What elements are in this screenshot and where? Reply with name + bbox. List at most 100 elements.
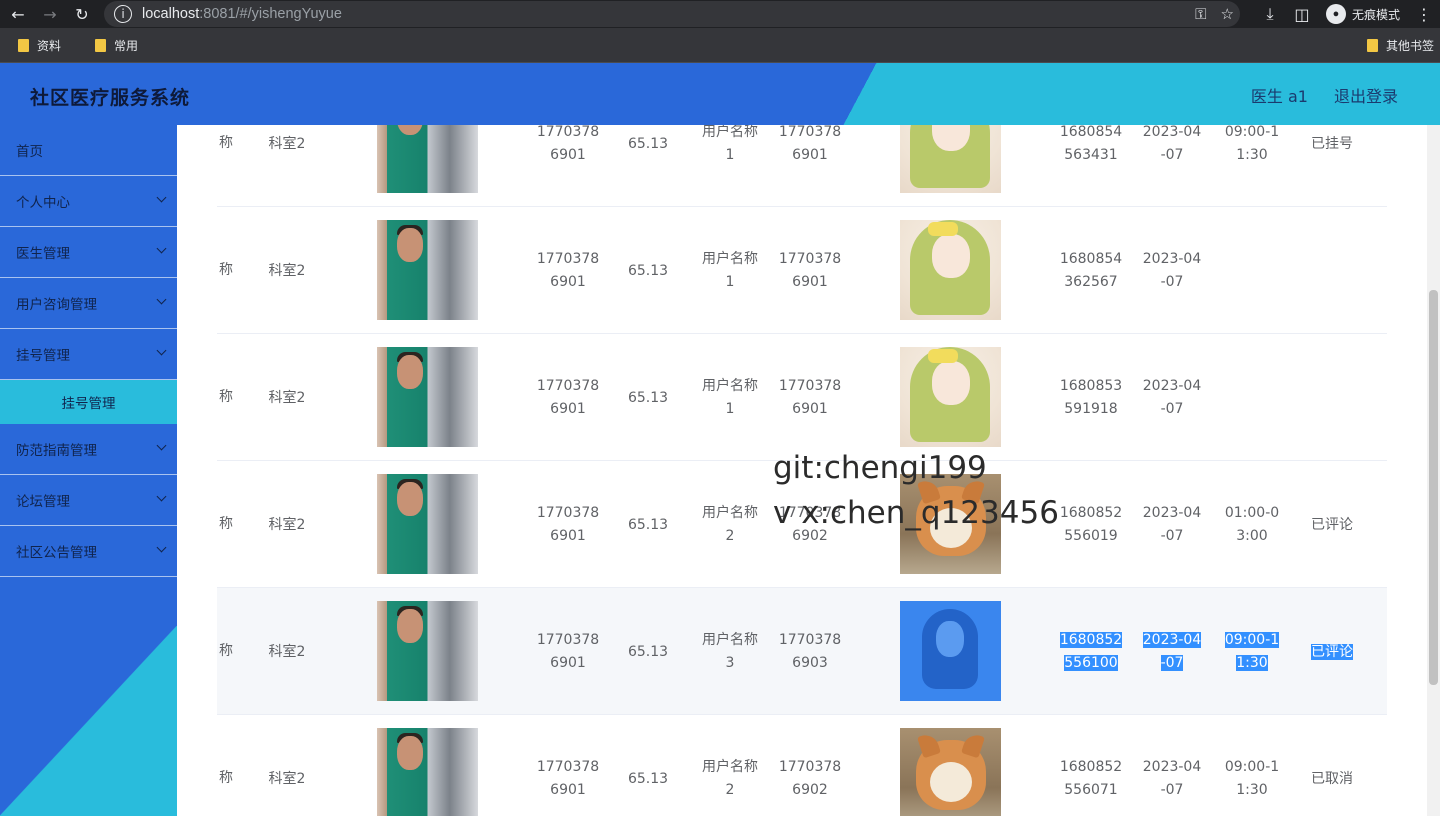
table-cell: 1770378 <box>778 759 842 775</box>
scrollbar[interactable] <box>1427 125 1440 816</box>
table-cell: 1:30 <box>1236 147 1268 163</box>
reload-icon[interactable]: ↻ <box>66 0 98 28</box>
table-row[interactable]: 称 科室2 1770378 6901 65.13 用户名称 3 1770378 6903 1680… <box>217 588 1387 715</box>
anime-icon <box>900 220 1001 320</box>
table-cell: 1770378 <box>536 505 600 521</box>
url-text[interactable]: localhost:8081/#/yishengYuyue <box>142 6 342 22</box>
table-cell: 2023-04 <box>1142 505 1202 521</box>
table-cell: 65.13 <box>627 263 669 279</box>
sidebar-item-doctors[interactable]: 医生管理 <box>0 227 177 278</box>
bookmark-folder-ziliao[interactable]: 资料 <box>12 37 67 54</box>
table-cell: 1680852 <box>1059 632 1123 648</box>
incognito-label: 无痕模式 <box>1351 7 1400 22</box>
sidebar-item-profile[interactable]: 个人中心 <box>0 176 177 227</box>
forward-icon[interactable]: → <box>34 0 66 28</box>
table-cell: 2023-04 <box>1142 378 1202 394</box>
table-row[interactable]: 称 科室2 1770378 6901 65.13 用户名称 2 1770378 6902 1680… <box>217 715 1387 816</box>
doctor-photo <box>377 728 478 816</box>
scrollbar-thumb[interactable] <box>1429 290 1438 685</box>
bookmark-label: 资料 <box>37 38 62 53</box>
table-cell: 6901 <box>792 274 828 290</box>
anime-shape <box>928 349 958 363</box>
table-cell: 1770378 <box>536 251 600 267</box>
table-cell: 6901 <box>550 782 586 798</box>
star-icon[interactable]: ☆ <box>1221 5 1234 23</box>
incognito-badge[interactable]: ● 无痕模式 <box>1318 4 1408 24</box>
table-cell: 1770378 <box>536 632 600 648</box>
download-icon[interactable]: ⤓ <box>1254 0 1286 28</box>
bookmark-folder-changyong[interactable]: 常用 <box>89 37 144 54</box>
table-cell: -07 <box>1160 528 1184 544</box>
sidebar-item-registration[interactable]: 挂号管理 <box>0 329 177 380</box>
face-shape <box>397 736 423 770</box>
table-cell: 称 <box>219 389 233 405</box>
chevron-down-icon <box>156 542 167 553</box>
key-icon[interactable]: ⚿ <box>1195 5 1206 23</box>
table-cell: 2023-04 <box>1142 632 1202 648</box>
other-bookmarks[interactable]: 其他书签 <box>1366 28 1434 63</box>
table-cell: 6901 <box>792 147 828 163</box>
menu-icon[interactable]: ⋮ <box>1408 0 1440 28</box>
table-cell: 已评论 <box>1311 644 1353 660</box>
folder-icon <box>18 38 29 52</box>
table-row[interactable]: 称 科室2 1770378 6901 65.13 用户名称 1 1770378 6901 1680… <box>217 334 1387 461</box>
table-cell: 称 <box>219 770 233 786</box>
doctor-photo <box>377 601 478 701</box>
table-cell: 称 <box>219 516 233 532</box>
table-cell: 1770378 <box>778 125 842 140</box>
table-cell: 6903 <box>792 655 828 671</box>
table-cell: 65.13 <box>627 644 669 660</box>
table-cell: 1:30 <box>1236 655 1268 671</box>
table-cell: 已挂号 <box>1311 136 1353 152</box>
table-cell: 用户名称 <box>702 505 758 521</box>
table-cell: 已取消 <box>1311 771 1353 787</box>
woman-icon <box>900 601 1001 701</box>
table-cell: 1:30 <box>1236 782 1268 798</box>
sidebar-item-label: 医生管理 <box>16 246 70 262</box>
face-shape <box>397 228 423 262</box>
sidebar: 首页 个人中心 医生管理 用户咨询管理 挂号管理 挂号管理 防范指南管理 论坛管… <box>0 125 177 816</box>
sidebar-item-announcements[interactable]: 社区公告管理 <box>0 526 177 577</box>
anime-shape <box>932 361 970 405</box>
table-cell: 563431 <box>1064 147 1118 163</box>
table-cell: 1770378 <box>536 759 600 775</box>
table-cell: 科室2 <box>268 644 306 660</box>
table-cell: 591918 <box>1064 401 1118 417</box>
table-cell: 用户名称 <box>702 251 758 267</box>
table-cell: 362567 <box>1064 274 1118 290</box>
table-cell: -07 <box>1160 274 1184 290</box>
table-cell: 用户名称 <box>702 125 758 140</box>
table-cell: 09:00-1 <box>1224 759 1280 775</box>
table-cell: 1680853 <box>1059 378 1123 394</box>
sidebar-item-forum[interactable]: 论坛管理 <box>0 475 177 526</box>
site-info-icon[interactable]: i <box>114 5 132 23</box>
table-cell: 6901 <box>550 528 586 544</box>
address-bar[interactable]: i localhost:8081/#/yishengYuyue ⚿ ☆ <box>104 1 1240 27</box>
table-cell: 6902 <box>792 782 828 798</box>
table-cell: 1680854 <box>1059 125 1123 140</box>
table-cell: 1770378 <box>778 632 842 648</box>
table-cell: 65.13 <box>627 390 669 406</box>
table-row[interactable]: 称 科室2 1770378 6901 65.13 用户名称 1 1770378 6901 1680… <box>217 207 1387 334</box>
anime-shape <box>932 234 970 278</box>
sidepanel-icon[interactable]: ◫ <box>1286 0 1318 28</box>
table-cell: 科室2 <box>268 136 306 152</box>
face-shape <box>397 482 423 516</box>
table-cell: 称 <box>219 262 233 278</box>
table-cell: 6901 <box>792 401 828 417</box>
table-cell: 2 <box>725 782 735 798</box>
table-cell: 用户名称 <box>702 632 758 648</box>
table-row[interactable]: 称 科室2 1770378 6901 65.13 用户名称 1 1770378 6901 1680… <box>217 125 1387 207</box>
logout-button[interactable]: 退出登录 <box>1334 83 1398 107</box>
table-cell: -07 <box>1160 401 1184 417</box>
table-cell: 556071 <box>1064 782 1118 798</box>
table-cell: 用户名称 <box>702 378 758 394</box>
doctor-photo <box>377 125 478 193</box>
sidebar-item-prevention-guide[interactable]: 防范指南管理 <box>0 424 177 475</box>
sidebar-item-consultation[interactable]: 用户咨询管理 <box>0 278 177 329</box>
back-icon[interactable]: ← <box>2 0 34 28</box>
sidebar-item-home[interactable]: 首页 <box>0 125 177 176</box>
doctor-photo <box>377 474 478 574</box>
sidebar-subitem-registration[interactable]: 挂号管理 <box>0 380 177 424</box>
anime-icon <box>900 125 1001 193</box>
